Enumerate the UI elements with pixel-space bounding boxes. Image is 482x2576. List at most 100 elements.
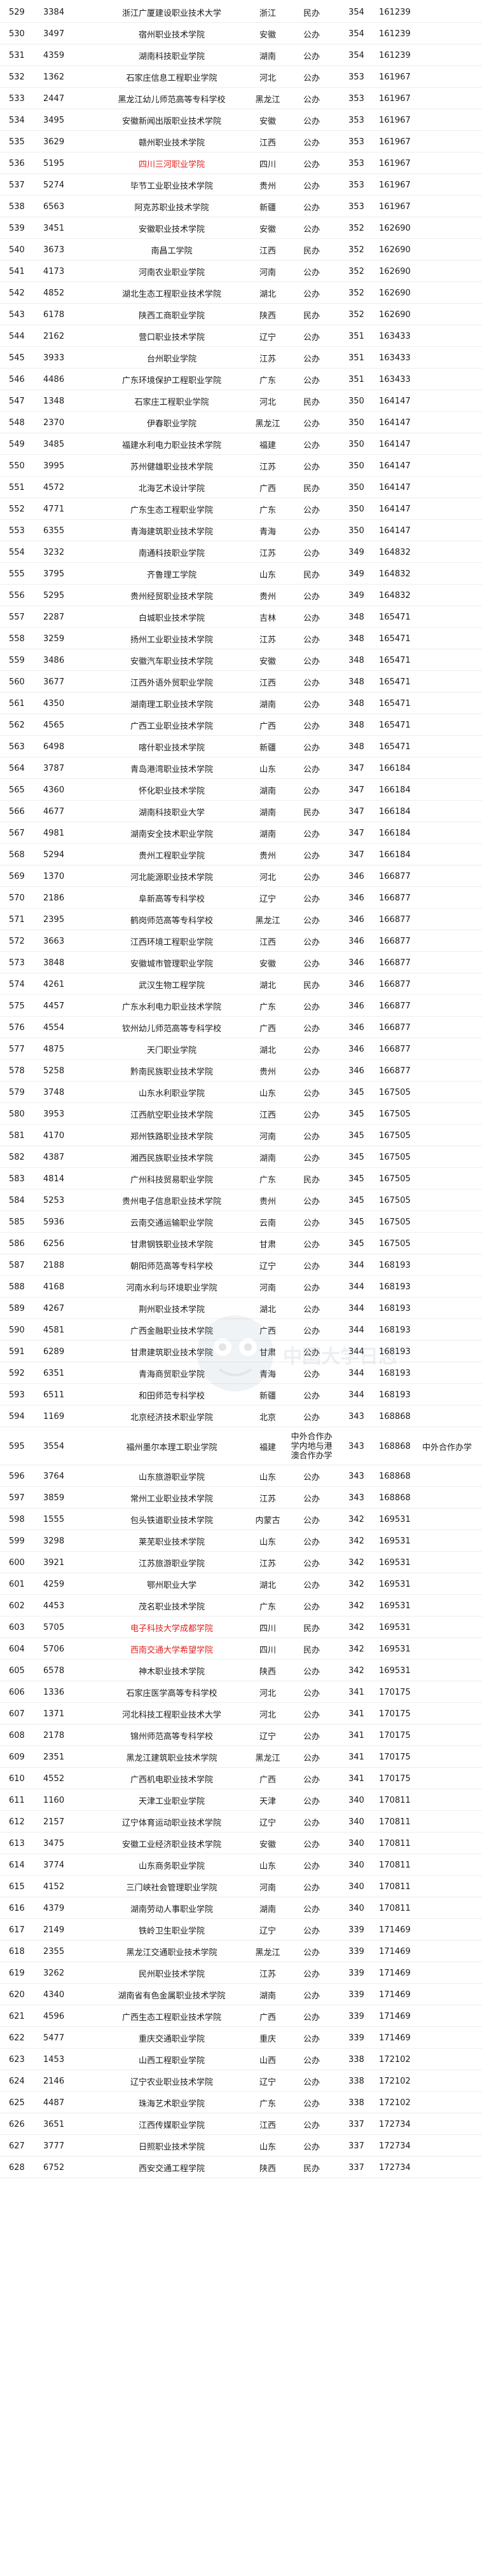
school-name-cell: 湖南科技职业大学: [138, 808, 205, 818]
rank-cell: 547: [9, 396, 25, 406]
rank-cell: 625: [9, 2098, 25, 2108]
school-type-cell: 公办: [303, 1218, 320, 1228]
table-row: 626 3651 江西传媒职业学院 江西 公办 337 172734: [0, 2113, 482, 2135]
position-cell: 167505: [379, 1238, 411, 1249]
school-type-cell: 民办: [303, 1624, 320, 1634]
code-cell: 4261: [43, 979, 65, 989]
score-cell: 351: [348, 353, 364, 363]
province-cell: 广东: [259, 376, 276, 386]
code-cell: 5705: [43, 1622, 65, 1632]
school-name-cell: 山西工程职业学院: [138, 2056, 205, 2066]
province-cell: 贵州: [259, 1196, 276, 1207]
province-cell: 重庆: [259, 2034, 276, 2044]
note-cell: [422, 585, 482, 606]
province-cell: 广西: [259, 1775, 276, 1785]
position-cell: 166877: [379, 1066, 411, 1076]
province-cell: 辽宁: [259, 1926, 276, 1936]
province-cell: 贵州: [259, 592, 276, 602]
position-cell: 163433: [379, 374, 411, 384]
school-name-cell: 天门职业学院: [146, 1045, 196, 1055]
score-cell: 339: [348, 1946, 364, 1956]
rank-cell: 559: [9, 655, 25, 665]
code-cell: 1169: [43, 1411, 65, 1421]
score-cell: 352: [348, 288, 364, 298]
note-cell: [422, 282, 482, 304]
note-cell: [422, 1168, 482, 1190]
score-cell: 350: [348, 482, 364, 492]
rank-cell: 611: [9, 1795, 25, 1805]
note-cell: [422, 1703, 482, 1725]
score-cell: 348: [348, 612, 364, 622]
table-row: 579 3748 山东水利职业学院 山东 公办 345 167505: [0, 1081, 482, 1103]
province-cell: 辽宁: [259, 1261, 276, 1271]
table-row: 558 3259 扬州工业职业技术学院 江苏 公办 348 165471: [0, 628, 482, 649]
rank-cell: 571: [9, 914, 25, 925]
note-cell: [422, 369, 482, 390]
table-row: 556 5295 贵州经贸职业技术学院 贵州 公办 349 164832: [0, 585, 482, 606]
school-name-cell: 江西航空职业技术学院: [130, 1110, 213, 1120]
note-cell: [422, 1919, 482, 1941]
school-name-cell: 鹤岗师范高等专科学校: [130, 916, 213, 926]
school-type-cell: 民办: [303, 397, 320, 407]
school-type-cell: 公办: [303, 95, 320, 105]
school-type-cell: 公办: [303, 505, 320, 515]
rank-cell: 545: [9, 353, 25, 363]
code-cell: 3848: [43, 958, 65, 968]
note-cell: [422, 1384, 482, 1406]
table-row: 534 3495 安徽新闻出版职业技术学院 安徽 公办 353 161967: [0, 109, 482, 131]
code-cell: 3953: [43, 1109, 65, 1119]
school-type-cell: 公办: [303, 1969, 320, 1979]
table-row: 584 5253 贵州电子信息职业技术学院 贵州 公办 345 167505: [0, 1190, 482, 1211]
note-cell: [422, 606, 482, 628]
province-cell: 福建: [259, 1442, 276, 1453]
school-name-cell: 郑州铁路职业技术学院: [130, 1132, 213, 1142]
province-cell: 辽宁: [259, 1732, 276, 1742]
code-cell: 4360: [43, 785, 65, 795]
code-cell: 3921: [43, 1557, 65, 1568]
province-cell: 山东: [259, 2142, 276, 2152]
rank-cell: 592: [9, 1368, 25, 1378]
position-cell: 167505: [379, 1195, 411, 1205]
rank-cell: 553: [9, 525, 25, 536]
school-type-cell: 公办: [303, 1602, 320, 1612]
province-cell: 黑龙江: [255, 419, 280, 429]
table-row: 549 3485 福建水利电力职业技术学院 福建 公办 350 164147: [0, 433, 482, 455]
score-cell: 352: [348, 266, 364, 276]
school-type-cell: 公办: [303, 959, 320, 969]
rank-cell: 608: [9, 1730, 25, 1740]
rank-cell: 623: [9, 2054, 25, 2064]
code-cell: 2447: [43, 93, 65, 104]
position-cell: 167505: [379, 1174, 411, 1184]
code-cell: 4379: [43, 1903, 65, 1913]
rank-cell: 603: [9, 1622, 25, 1632]
school-type-cell: 公办: [303, 1494, 320, 1504]
rank-cell: 561: [9, 698, 25, 708]
school-name-cell: 安徽城市管理职业学院: [130, 959, 213, 969]
code-cell: 1555: [43, 1514, 65, 1524]
position-cell: 168868: [379, 1493, 411, 1503]
position-cell: 169531: [379, 1536, 411, 1546]
rank-cell: 620: [9, 1990, 25, 2000]
school-type-cell: 公办: [303, 2120, 320, 2131]
score-cell: 340: [348, 1860, 364, 1870]
code-cell: 5706: [43, 1644, 65, 1654]
score-cell: 337: [348, 2141, 364, 2151]
rank-cell: 530: [9, 29, 25, 39]
table-row: 543 6178 陕西工商职业学院 陕西 民办 352 162690: [0, 304, 482, 325]
school-type-cell: 公办: [303, 2077, 320, 2087]
province-cell: 江苏: [259, 1559, 276, 1569]
score-cell: 343: [348, 1493, 364, 1503]
school-type-cell: 公办: [303, 872, 320, 883]
score-cell: 350: [348, 439, 364, 449]
code-cell: 2370: [43, 417, 65, 428]
note-cell: [422, 1660, 482, 1681]
score-cell: 342: [348, 1579, 364, 1589]
position-cell: 171469: [379, 2011, 411, 2021]
table-row: 533 2447 黑龙江幼儿师范高等专科学校 黑龙江 公办 353 161967: [0, 88, 482, 109]
province-cell: 贵州: [259, 1067, 276, 1077]
school-type-cell: 公办: [303, 1240, 320, 1250]
position-cell: 172734: [379, 2141, 411, 2151]
rank-cell: 543: [9, 309, 25, 320]
rank-cell: 588: [9, 1282, 25, 1292]
rank-cell: 580: [9, 1109, 25, 1119]
